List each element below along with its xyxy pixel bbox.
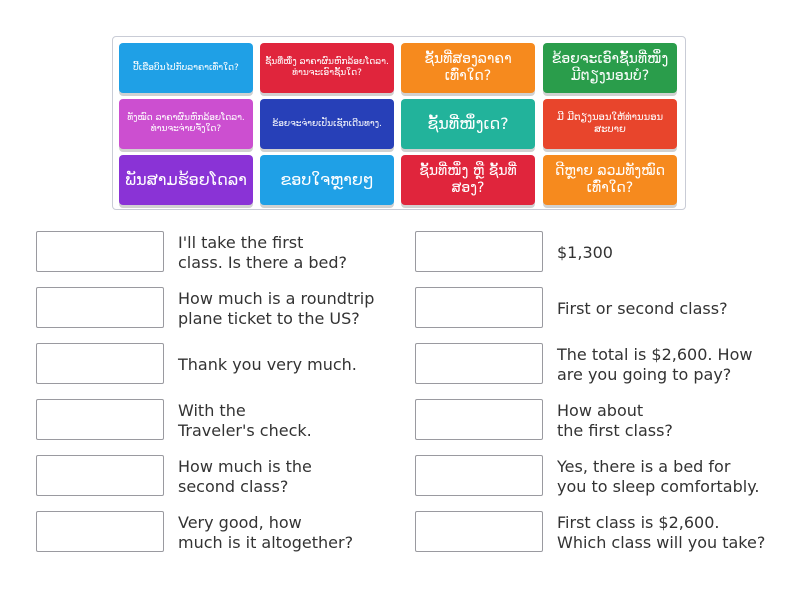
- drop-slot[interactable]: [415, 455, 543, 496]
- drop-slot[interactable]: [415, 399, 543, 440]
- drop-slot[interactable]: [36, 511, 164, 552]
- answer-tile[interactable]: ມີ ມີຕຽງນອນໃຫ້ທ່ານນອນສະບາຍ: [543, 99, 677, 149]
- prompt-text: Very good, how much is it altogether?: [178, 513, 354, 552]
- answer-tile[interactable]: ທັງໝົດ ລາຄາຜົນຫົກລ້ອຍໂດລາ. ທ່ານຈະຈ່າຍຈັ່…: [119, 99, 253, 149]
- answer-tile[interactable]: ຊັ້ນທີ່ໜຶ່ງ ຫຼື ຊັ້ນທີ່ສອງ?: [401, 155, 535, 205]
- prompt-text: With the Traveler's check.: [178, 401, 312, 440]
- prompt-text: How much is the second class?: [178, 457, 312, 496]
- drop-slot[interactable]: [36, 343, 164, 384]
- answer-tile[interactable]: ປີ້ເຮືອບິນໄປກັບລາຄາເທົ່າໃດ?: [119, 43, 253, 93]
- prompt-text: How much is a roundtrip plane ticket to …: [178, 289, 375, 328]
- answer-tile[interactable]: ຊັ້ນທີ່ໜຶ່ງ ລາຄາຜົນຫົກລ້ອຍໂດລາ. ທ່ານຈະເອ…: [260, 43, 394, 93]
- prompt-text: The total is $2,600. How are you going t…: [557, 345, 753, 384]
- prompt-text: I'll take the first class. Is there a be…: [178, 233, 347, 272]
- prompt-text: Thank you very much.: [178, 355, 357, 374]
- prompt-text: First class is $2,600. Which class will …: [557, 513, 766, 552]
- answer-tile[interactable]: ດີຫຼາຍ ລວມທັງໝົດເທົ່າໃດ?: [543, 155, 677, 205]
- prompt-text: Yes, there is a bed for you to sleep com…: [557, 457, 760, 496]
- answer-tile[interactable]: ຂ້ອຍຈະຈ່າຍເປັນເຊັກເດີນທາງ.: [260, 99, 394, 149]
- prompt-text: $1,300: [557, 243, 613, 262]
- drop-slot[interactable]: [36, 455, 164, 496]
- prompt-text: How about the first class?: [557, 401, 673, 440]
- answer-tile[interactable]: ພັນສາມຮ້ອຍໂດລາ: [119, 155, 253, 205]
- answer-tray: ປີ້ເຮືອບິນໄປກັບລາຄາເທົ່າໃດ? ຊັ້ນທີ່ໜຶ່ງ …: [112, 36, 686, 210]
- answer-tile[interactable]: ຊັ້ນທີ່ສອງລາຄາເທົ່າໃດ?: [401, 43, 535, 93]
- answer-tile[interactable]: ຂອບໃຈຫຼາຍໆ: [260, 155, 394, 205]
- drop-slot[interactable]: [415, 343, 543, 384]
- drop-slot[interactable]: [36, 399, 164, 440]
- drop-slot[interactable]: [415, 511, 543, 552]
- answer-tile[interactable]: ຂ້ອຍຈະເອົາຊັ້ນທີ່ໜຶ່ງ ມີຕຽງນອນບໍ?: [543, 43, 677, 93]
- drop-slot[interactable]: [415, 231, 543, 272]
- prompt-text: First or second class?: [557, 299, 728, 318]
- drop-slot[interactable]: [415, 287, 543, 328]
- answer-tile[interactable]: ຊັ້ນທີ່ໜຶ່ງເດ?: [401, 99, 535, 149]
- drop-slot[interactable]: [36, 287, 164, 328]
- drop-slot[interactable]: [36, 231, 164, 272]
